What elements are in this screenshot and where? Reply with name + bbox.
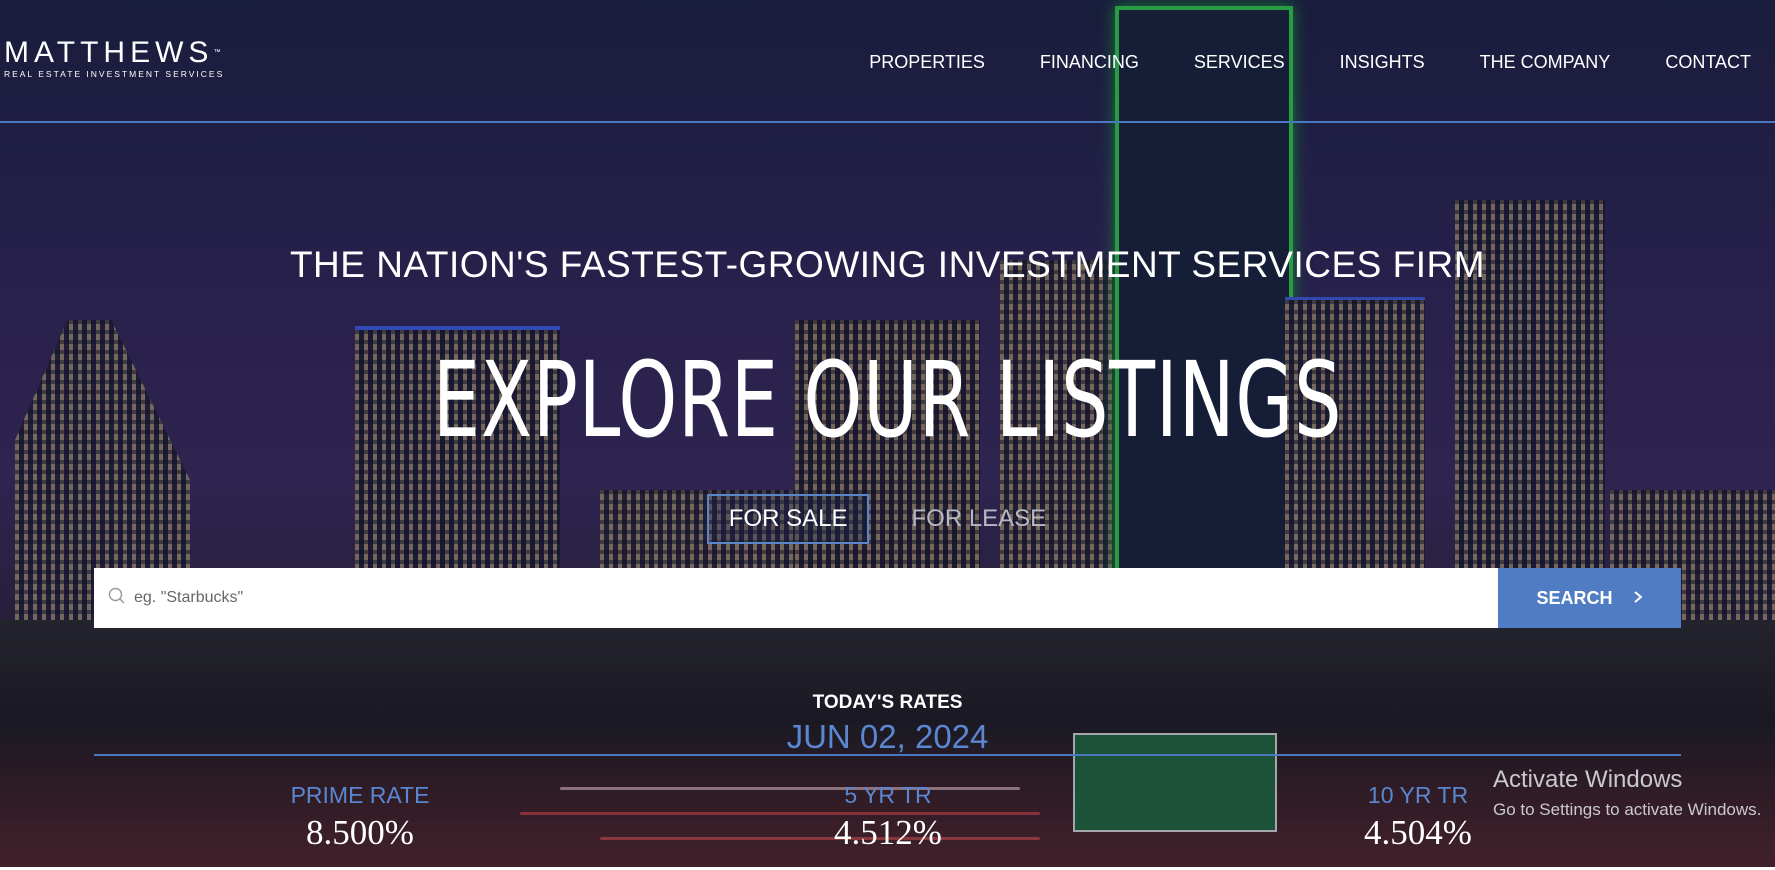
rate-10yr: 10 YR TR 4.504%: [1318, 782, 1518, 853]
search-box: [94, 568, 1498, 628]
rate-label: PRIME RATE: [290, 782, 430, 808]
nav-item-services[interactable]: SERVICES: [1194, 52, 1285, 73]
trademark-symbol: ™: [213, 49, 221, 56]
search-button-label: SEARCH: [1536, 587, 1613, 608]
watermark-title: Activate Windows: [1493, 766, 1683, 793]
hero-tagline: THE NATION'S FASTEST-GROWING INVESTMENT …: [289, 244, 1486, 285]
hero-headline: EXPLORE OUR LISTINGS: [432, 339, 1343, 461]
watermark-subtitle: Go to Settings to activate Windows.: [1493, 800, 1762, 819]
rate-label: 5 YR TR: [844, 782, 932, 808]
brand-name: MATTHEWS: [4, 36, 214, 69]
nav-item-financing[interactable]: FINANCING: [1040, 52, 1139, 73]
search-input[interactable]: [132, 588, 1498, 608]
search-button[interactable]: SEARCH: [1498, 568, 1681, 628]
nav-item-the-company[interactable]: THE COMPANY: [1480, 52, 1611, 73]
rate-5yr: 5 YR TR 4.512%: [788, 782, 988, 853]
rate-value: 4.504%: [1364, 813, 1472, 852]
brand-subtitle: REAL ESTATE INVESTMENT SERVICES: [4, 69, 225, 79]
rates-title: TODAY'S RATES: [812, 692, 963, 713]
search-bar: SEARCH: [94, 568, 1681, 628]
nav-item-insights[interactable]: INSIGHTS: [1340, 52, 1425, 73]
activate-windows-watermark: Activate Windows Go to Settings to activ…: [1493, 766, 1761, 820]
tab-for-lease[interactable]: FOR LEASE: [889, 494, 1068, 544]
rates-divider: [94, 754, 1681, 756]
brand-logo[interactable]: MATTHEWS™ REAL ESTATE INVESTMENT SERVICE…: [4, 36, 225, 80]
tab-for-sale[interactable]: FOR SALE: [706, 494, 870, 544]
rate-value: 4.512%: [834, 813, 942, 852]
nav-item-properties[interactable]: PROPERTIES: [869, 52, 985, 73]
main-nav: PROPERTIES FINANCING SERVICES INSIGHTS T…: [814, 52, 1751, 73]
rate-value: 8.500%: [306, 813, 414, 852]
nav-item-contact[interactable]: CONTACT: [1665, 52, 1751, 73]
rate-prime: PRIME RATE 8.500%: [260, 782, 460, 853]
rate-label: 10 YR TR: [1367, 782, 1469, 808]
search-icon: [108, 587, 126, 610]
chevron-right-icon: [1613, 588, 1643, 609]
rates-date: JUN 02, 2024: [786, 718, 989, 755]
listing-type-tabs: FOR SALE FOR LEASE: [0, 494, 1775, 544]
site-header: MATTHEWS™ REAL ESTATE INVESTMENT SERVICE…: [0, 0, 1775, 123]
